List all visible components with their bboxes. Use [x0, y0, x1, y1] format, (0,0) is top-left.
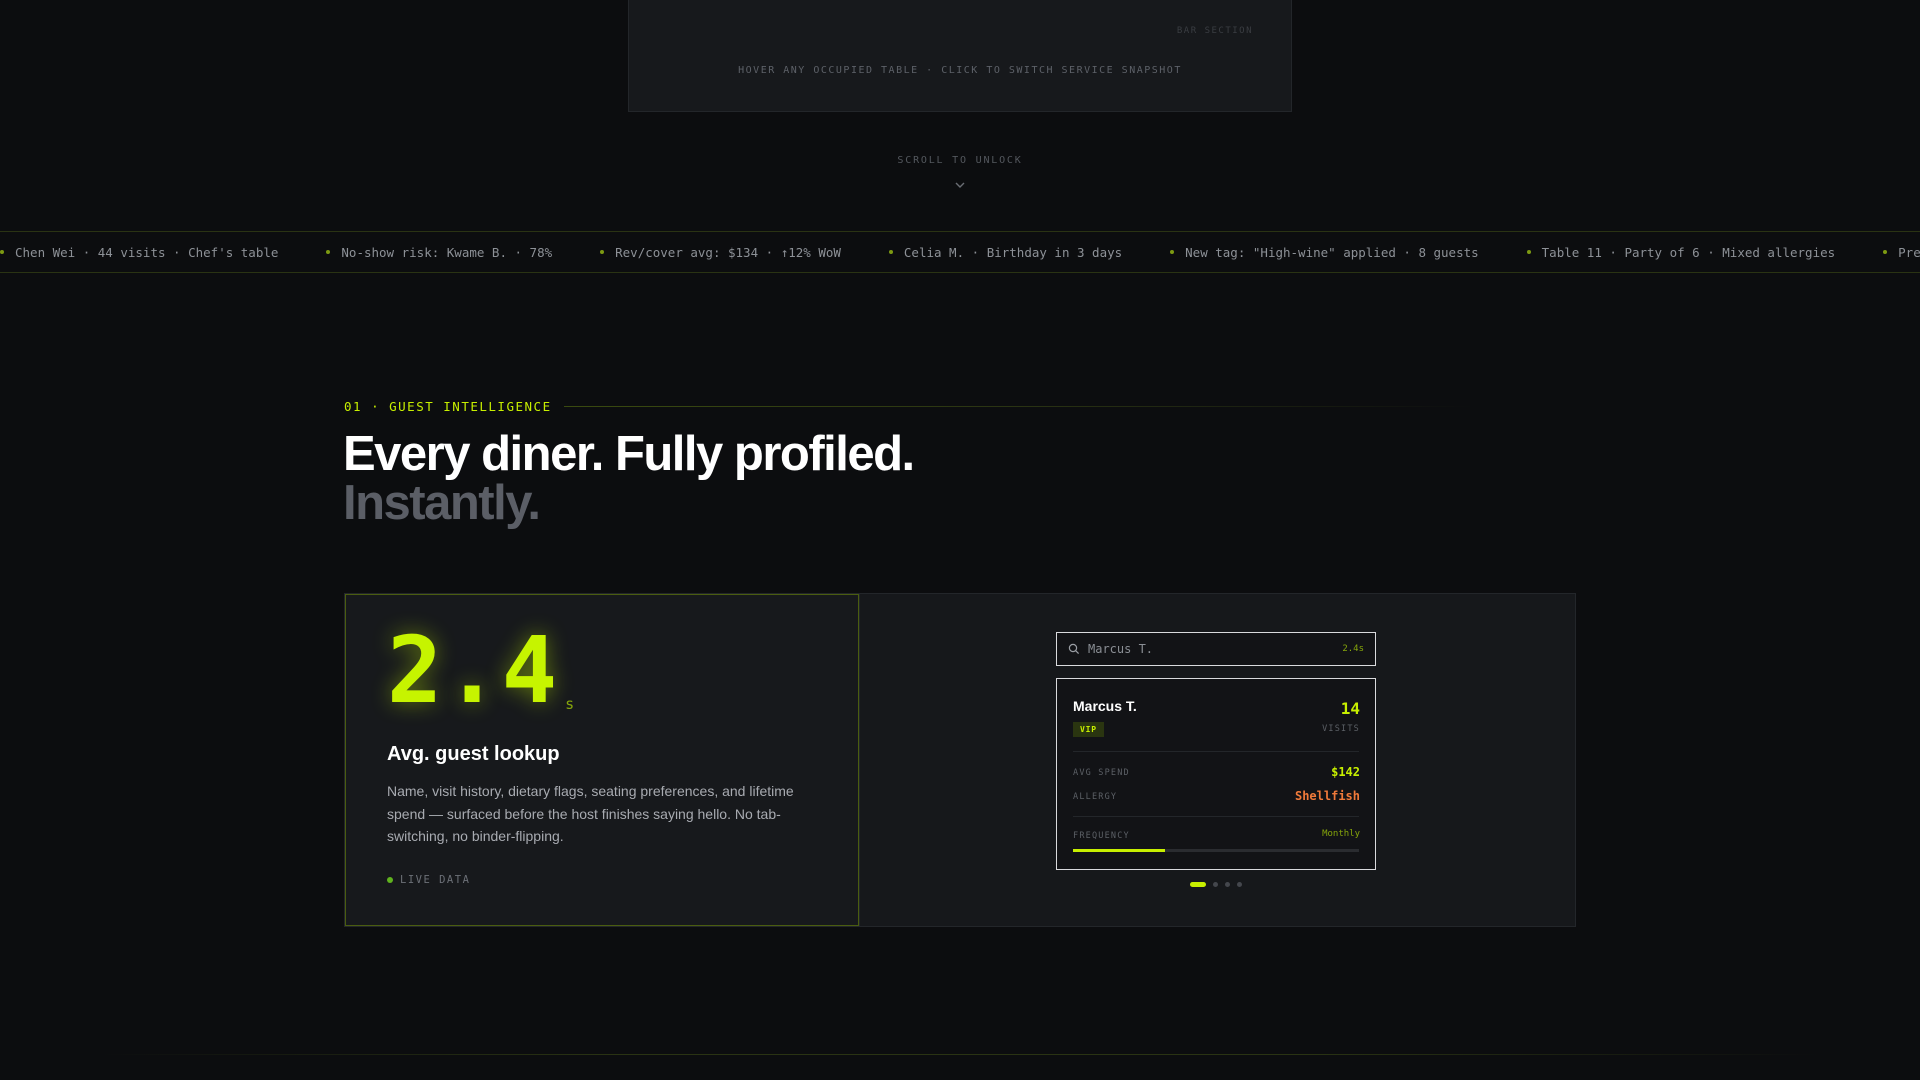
section-eyebrow-rule — [563, 406, 1474, 407]
stat-unit: s — [565, 695, 575, 713]
pager-dot[interactable] — [1190, 882, 1206, 887]
ticker-bullet — [326, 250, 331, 254]
frequency-value: Monthly — [1322, 829, 1360, 839]
ticker-bullet — [0, 250, 4, 254]
avg-spend-value: $142 — [1331, 765, 1360, 779]
ticker-bullet — [1883, 250, 1888, 254]
pager-dot[interactable] — [1237, 882, 1242, 887]
guest-profile-card[interactable]: Marcus T. VIP 14 VISITS AVG SPEND $142 A… — [1056, 678, 1376, 870]
ticker-bullet — [600, 250, 605, 254]
stat-big-number: 2.4 s — [387, 625, 574, 717]
chevron-down-icon[interactable] — [953, 179, 967, 191]
ticker-item-text: Predictive: — [1898, 244, 1920, 260]
pager-dot[interactable] — [1225, 882, 1230, 887]
ticker-item: Predictive: — [1883, 245, 1920, 260]
ticker-item-text: Chen Wei · 44 visits · Chef's table — [15, 244, 279, 260]
ticker-item: No-show risk: Kwame B. · 78% — [326, 245, 552, 260]
search-query: Marcus T. — [1088, 642, 1154, 656]
ticker-bullet — [888, 250, 893, 254]
frequency-bar — [1073, 849, 1359, 852]
ticker-item: Chen Wei · 44 visits · Chef's table — [0, 245, 278, 260]
card-divider — [1073, 751, 1359, 752]
allergy-label: ALLERGY — [1073, 792, 1118, 802]
activity-ticker: Chen Wei · 44 visits · Chef's table No-sh… — [0, 231, 1920, 273]
floor-plan-panel[interactable]: BAR SECTION HOVER ANY OCCUPIED TABLE · C… — [628, 0, 1292, 112]
ticker-item-text: Table 11 · Party of 6 · Mixed allergies — [1541, 244, 1836, 260]
stat-title: Avg. guest lookup — [387, 743, 560, 765]
bar-section-label: BAR SECTION — [1176, 26, 1253, 36]
guest-search-input[interactable]: Marcus T. 2.4s — [1056, 632, 1376, 666]
stat-description: Name, visit history, dietary flags, seat… — [387, 783, 794, 844]
search-time: 2.4s — [1342, 644, 1364, 654]
headline-line-2: Instantly. — [343, 476, 541, 530]
frequency-label: FREQUENCY — [1073, 831, 1130, 841]
ticker-item-text: Rev/cover avg: $134 · ↑12% WoW — [615, 244, 841, 260]
ticker-item-text: Celia M. · Birthday in 3 days — [903, 244, 1123, 260]
stat-card: 2.4 s Avg. guest lookup Name, visit hist… — [345, 594, 859, 926]
live-status-dot — [387, 877, 393, 883]
headline-line-1: Every diner. Fully profiled. — [343, 427, 915, 481]
section-headline: Every diner. Fully profiled. Instantly. — [343, 427, 915, 530]
avg-spend-label: AVG SPEND — [1073, 768, 1130, 778]
stat-value: 2.4 — [387, 617, 560, 724]
ticker-item: New tag: "High-wine" applied · 8 guests — [1170, 245, 1479, 260]
pager-dot[interactable] — [1213, 882, 1218, 887]
visits-count: 14 — [1340, 699, 1360, 718]
ticker-track: Chen Wei · 44 visits · Chef's table No-sh… — [0, 232, 1920, 272]
search-icon — [1068, 643, 1080, 655]
section-eyebrow-label: 01 · GUEST INTELLIGENCE — [344, 399, 552, 414]
guest-intelligence-panel: 2.4 s Avg. guest lookup Name, visit hist… — [344, 593, 1576, 927]
ticker-item: Celia M. · Birthday in 3 days — [888, 244, 1123, 260]
visits-label: VISITS — [1322, 724, 1360, 734]
live-data-label: LIVE DATA — [400, 874, 471, 886]
section-bottom-rule — [100, 1054, 1820, 1055]
ticker-item: Table 11 · Party of 6 · Mixed allergies — [1526, 244, 1836, 260]
section-eyebrow: 01 · GUEST INTELLIGENCE — [344, 399, 1474, 414]
frequency-bar-fill — [1073, 849, 1165, 852]
ticker-item-text: New tag: "High-wine" applied · 8 guests — [1185, 244, 1479, 260]
card-pager — [1190, 882, 1249, 887]
ticker-bullet — [1170, 250, 1175, 254]
ticker-bullet — [1526, 250, 1531, 254]
guest-name: Marcus T. — [1073, 698, 1137, 714]
ticker-item: Rev/cover avg: $134 · ↑12% WoW — [600, 245, 841, 260]
panel-divider — [859, 594, 860, 926]
vip-badge: VIP — [1073, 722, 1104, 737]
floor-plan-hint: HOVER ANY OCCUPIED TABLE · CLICK TO SWIT… — [738, 65, 1182, 76]
card-divider — [1073, 816, 1359, 817]
scroll-to-unlock-label: SCROLL TO UNLOCK — [897, 155, 1023, 166]
live-data-indicator: LIVE DATA — [387, 874, 470, 886]
ticker-item-text: No-show risk: Kwame B. · 78% — [341, 244, 553, 260]
allergy-value: Shellfish — [1294, 789, 1360, 803]
